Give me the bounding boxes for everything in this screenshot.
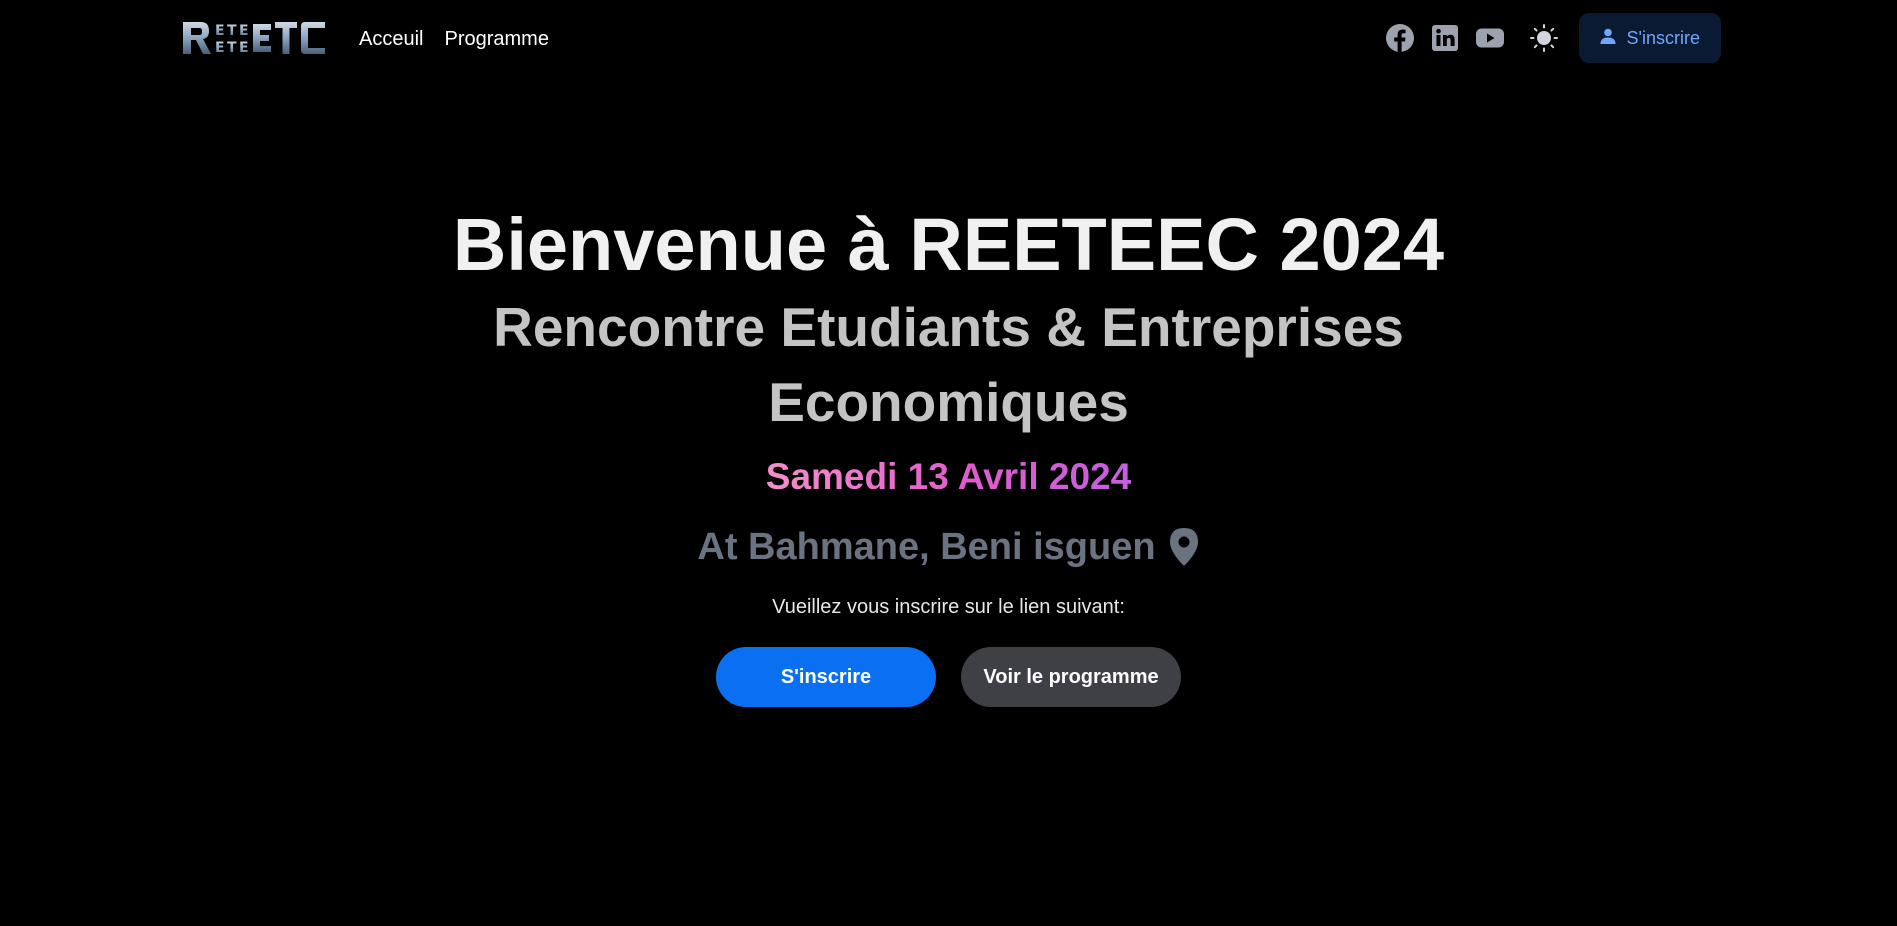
view-program-button[interactable]: Voir le programme (961, 647, 1181, 707)
location-text: At Bahmane, Beni isguen (697, 526, 1156, 568)
svg-text:E: E (239, 40, 249, 56)
svg-text:E: E (215, 23, 225, 39)
navbar: E T E E T E Acceuil Programme S'inscrire (0, 0, 1897, 78)
social-links (1385, 23, 1505, 53)
linkedin-icon[interactable] (1430, 23, 1460, 53)
nav-signup-label: S'inscrire (1626, 27, 1700, 48)
sun-icon[interactable] (1529, 23, 1559, 53)
svg-text:T: T (227, 40, 237, 56)
svg-text:E: E (239, 23, 249, 39)
hero-title: Bienvenue à REETEEC 2024 (452, 203, 1445, 286)
hero-buttons: S'inscrire Voir le programme (0, 647, 1897, 707)
event-date: Samedi 13 Avril 2024 (766, 452, 1131, 502)
signup-prompt: Vueillez vous inscrire sur le lien suiva… (772, 596, 1125, 618)
signup-button[interactable]: S'inscrire (716, 647, 936, 707)
nav-link-programme[interactable]: Programme (444, 26, 548, 52)
user-icon (1599, 27, 1617, 50)
svg-text:T: T (227, 23, 237, 39)
nav-signup-button[interactable]: S'inscrire (1578, 13, 1721, 63)
nav-link-acceuil[interactable]: Acceuil (359, 26, 423, 52)
hero-subtitle: Rencontre Etudiants & Entreprises Econom… (493, 296, 1404, 433)
page: E T E E T E Acceuil Programme S'inscrire… (0, 0, 1897, 926)
hero: Bienvenue à REETEEC 2024 Rencontre Etudi… (0, 200, 1897, 707)
map-pin-icon (1168, 527, 1200, 567)
logo[interactable]: E T E E T E (181, 18, 329, 58)
youtube-icon[interactable] (1475, 23, 1505, 53)
nav-links: Acceuil Programme (359, 26, 549, 52)
facebook-icon[interactable] (1385, 23, 1415, 53)
svg-text:E: E (215, 40, 225, 56)
event-location: At Bahmane, Beni isguen (0, 522, 1897, 572)
nav-right: S'inscrire (1385, 13, 1721, 63)
